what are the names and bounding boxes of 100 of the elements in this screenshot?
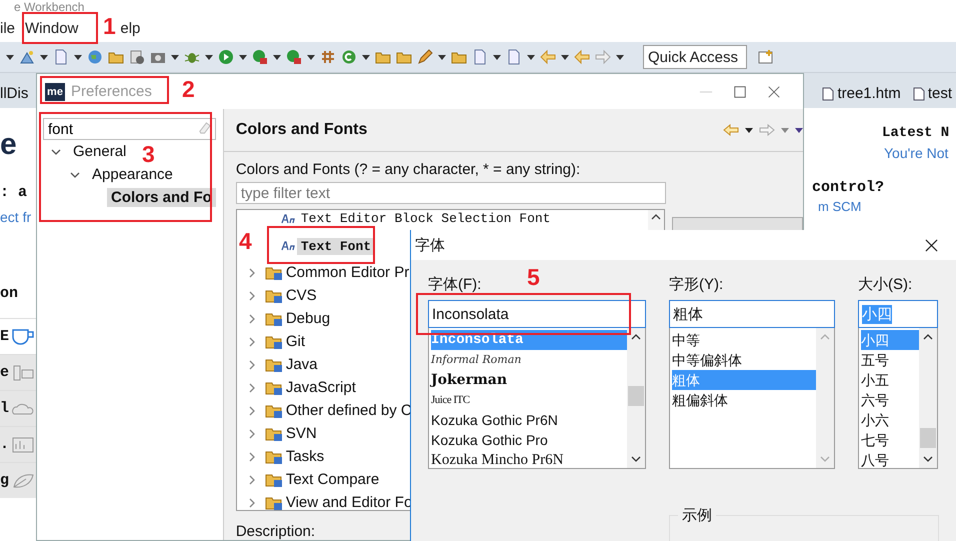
- caret-icon[interactable]: [561, 54, 569, 60]
- scrollbar[interactable]: [627, 328, 645, 468]
- clear-icon[interactable]: [198, 122, 211, 135]
- caret-icon[interactable]: [438, 54, 446, 60]
- list-item[interactable]: Kozuka Gothic Pr6N: [431, 410, 627, 430]
- tree-item[interactable]: Text Compare: [286, 471, 380, 488]
- caret-icon[interactable]: [40, 54, 48, 60]
- chevron-right-icon[interactable]: [246, 406, 257, 416]
- document-icon[interactable]: [53, 49, 69, 65]
- tree-item[interactable]: Tasks: [286, 448, 324, 465]
- chevron-right-icon[interactable]: [246, 382, 257, 392]
- menu-item[interactable]: elp: [120, 20, 140, 36]
- list-item[interactable]: 八号: [861, 450, 919, 468]
- caret-icon[interactable]: [74, 54, 82, 60]
- chevron-right-icon[interactable]: [246, 268, 257, 278]
- scroll-down-icon[interactable]: [631, 456, 641, 462]
- menu-caret-icon[interactable]: [794, 128, 803, 132]
- play-icon[interactable]: [218, 49, 234, 65]
- input-field[interactable]: 粗体: [669, 300, 835, 328]
- list-item[interactable]: Kozuka Mincho Pr6N: [431, 450, 627, 468]
- arrow-left-icon[interactable]: [722, 124, 739, 136]
- scroll-down-icon[interactable]: [923, 456, 933, 462]
- list-item[interactable]: 六号: [861, 390, 919, 410]
- list-item[interactable]: 小六: [861, 410, 919, 430]
- scroll-up-icon[interactable]: [631, 334, 641, 340]
- document-icon[interactable]: [472, 49, 488, 65]
- quick-access-field[interactable]: Quick Access: [643, 45, 747, 69]
- editor-tab[interactable]: llDis: [0, 85, 32, 108]
- chevron-down-icon[interactable]: [51, 146, 61, 156]
- list-item[interactable]: 小五: [861, 370, 919, 390]
- chevron-right-icon[interactable]: [246, 474, 257, 484]
- list-item[interactable]: 中等: [672, 330, 816, 350]
- tree-item[interactable]: SVN: [286, 425, 317, 442]
- menu-item[interactable]: Window: [25, 20, 78, 36]
- chevron-right-icon[interactable]: [246, 498, 257, 508]
- page-text: e: [0, 128, 18, 162]
- tree-item[interactable]: General: [69, 142, 130, 161]
- chevron-right-icon[interactable]: [246, 452, 257, 462]
- caret-icon[interactable]: [273, 54, 281, 60]
- grid-icon[interactable]: [320, 49, 336, 65]
- page-link[interactable]: m SCM: [818, 200, 862, 214]
- chevron-right-icon[interactable]: [246, 428, 257, 438]
- chevron-right-icon[interactable]: [246, 314, 257, 324]
- filter-field[interactable]: type filter text: [236, 182, 666, 204]
- caret-icon[interactable]: [307, 54, 315, 60]
- editor-tab[interactable]: tree1.htm: [822, 85, 905, 108]
- tree-item[interactable]: Java: [286, 356, 318, 373]
- input-field[interactable]: Inconsolata: [428, 300, 646, 328]
- chevron-right-icon[interactable]: [246, 336, 257, 346]
- tree-item[interactable]: Text Editor Block Selection Font: [296, 210, 554, 227]
- scroll-thumb[interactable]: [628, 386, 644, 406]
- caret-icon[interactable]: [616, 54, 624, 60]
- chevron-right-icon[interactable]: [246, 360, 257, 370]
- caret-icon[interactable]: [6, 54, 14, 60]
- scroll-up-icon[interactable]: [650, 214, 661, 220]
- caret-icon[interactable]: [493, 54, 501, 60]
- cup-icon: [11, 328, 36, 346]
- list-item[interactable]: 五号: [861, 350, 919, 370]
- tree-item[interactable]: CVS: [286, 287, 317, 304]
- arrow-right-icon[interactable]: [595, 49, 611, 65]
- list-item[interactable]: Kozuka Gothic Pro: [431, 430, 627, 450]
- tree-item[interactable]: Common Editor Pr: [286, 264, 410, 281]
- globe-icon[interactable]: [87, 49, 103, 65]
- arrow-right-icon[interactable]: [758, 124, 775, 136]
- caret-icon[interactable]: [527, 54, 535, 60]
- caret-icon[interactable]: [205, 54, 213, 60]
- list-item[interactable]: 中等偏斜体: [672, 350, 816, 370]
- perspective-icon[interactable]: [758, 49, 774, 65]
- editor-tab[interactable]: test: [912, 85, 956, 108]
- caret-icon[interactable]: [744, 128, 753, 132]
- pencil-icon[interactable]: [417, 49, 433, 65]
- caret-icon[interactable]: [171, 54, 179, 60]
- chevron-down-icon[interactable]: [70, 170, 80, 180]
- tree-item[interactable]: JavaScript: [286, 379, 356, 396]
- document-icon[interactable]: [506, 49, 522, 65]
- class-icon[interactable]: [341, 49, 357, 65]
- menu-item[interactable]: ile: [0, 20, 16, 36]
- search-field[interactable]: font: [43, 118, 216, 140]
- close-icon[interactable]: [925, 238, 938, 252]
- list-item[interactable]: Informal Roman: [431, 350, 627, 370]
- scroll-up-icon[interactable]: [923, 334, 933, 340]
- caret-icon[interactable]: [362, 54, 370, 60]
- tree-item[interactable]: Git: [286, 333, 306, 350]
- list-item[interactable]: 粗偏斜体: [672, 390, 816, 410]
- tree-item[interactable]: Appearance: [88, 165, 177, 184]
- list-item[interactable]: 七号: [861, 430, 919, 450]
- tree-item[interactable]: Text Font: [296, 238, 376, 254]
- close-icon[interactable]: [767, 84, 781, 98]
- chevron-right-icon[interactable]: [246, 290, 257, 300]
- page-link[interactable]: You're Not: [884, 145, 948, 161]
- arrow-left-icon[interactable]: [540, 49, 556, 65]
- list-item[interactable]: Jokerman: [431, 370, 627, 390]
- maximize-icon[interactable]: [733, 84, 747, 98]
- scroll-thumb[interactable]: [920, 428, 936, 448]
- tree-item[interactable]: Debug: [286, 310, 330, 327]
- caret-icon[interactable]: [239, 54, 247, 60]
- scrollbar[interactable]: [919, 328, 937, 468]
- page-link[interactable]: ect fr: [0, 209, 36, 225]
- list-item[interactable]: Juice ITC: [431, 390, 627, 410]
- arrow-left-icon[interactable]: [574, 49, 590, 65]
